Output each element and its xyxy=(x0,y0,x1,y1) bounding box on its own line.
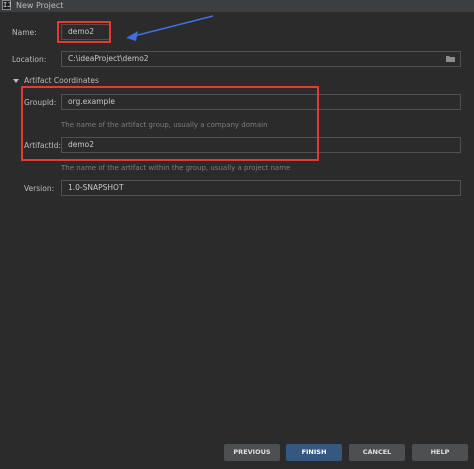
help-button[interactable]: HELP xyxy=(412,444,468,461)
previous-button[interactable]: PREVIOUS xyxy=(224,444,280,461)
cancel-button[interactable]: CANCEL xyxy=(349,444,405,461)
annotation-arrow-icon xyxy=(126,15,214,41)
finish-button[interactable]: FINISH xyxy=(286,444,342,461)
